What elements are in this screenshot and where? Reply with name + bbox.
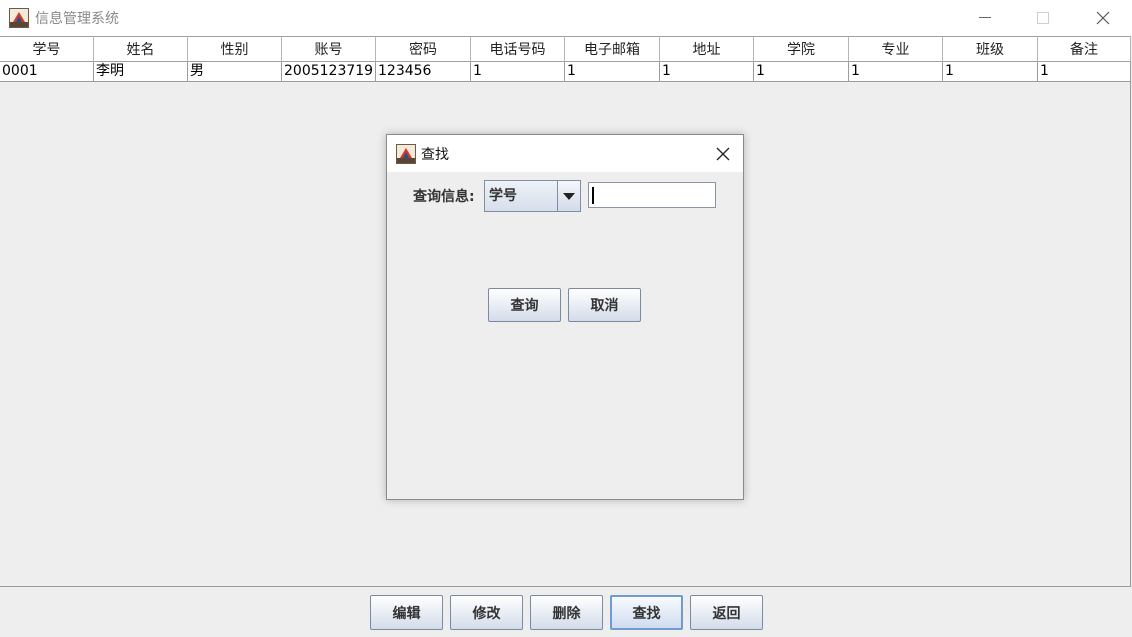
column-header-password[interactable]: 密码 (376, 36, 471, 62)
table-cell[interactable]: 1 (943, 62, 1038, 82)
table-cell[interactable]: 1 (660, 62, 754, 82)
close-icon (1096, 11, 1110, 25)
column-header-student-id[interactable]: 学号 (0, 36, 94, 62)
back-button[interactable]: 返回 (690, 595, 763, 630)
table-cell[interactable]: 123456 (376, 62, 471, 82)
column-header-major[interactable]: 专业 (849, 36, 943, 62)
table-cell[interactable]: 1 (471, 62, 565, 82)
column-header-phone[interactable]: 电话号码 (471, 36, 565, 62)
column-header-address[interactable]: 地址 (660, 36, 754, 62)
dropdown-button[interactable] (557, 181, 580, 211)
close-icon (716, 147, 730, 160)
table-cell[interactable]: 1 (565, 62, 660, 82)
column-header-class[interactable]: 班级 (943, 36, 1038, 62)
maximize-button (1020, 0, 1066, 36)
column-header-account[interactable]: 账号 (282, 36, 376, 62)
column-header-gender[interactable]: 性别 (188, 36, 282, 62)
dialog-title: 查找 (421, 146, 449, 163)
column-header-remarks[interactable]: 备注 (1038, 36, 1131, 62)
column-header-name[interactable]: 姓名 (94, 36, 188, 62)
table-cell[interactable]: 1 (849, 62, 943, 82)
column-header-email[interactable]: 电子邮箱 (565, 36, 660, 62)
table-cell[interactable]: 2005123719 (282, 62, 376, 82)
action-toolbar: 编辑 修改 删除 查找 返回 (0, 588, 1132, 637)
table-cell[interactable]: 0001 (0, 62, 94, 82)
query-label: 查询信息: (413, 189, 475, 205)
close-button[interactable] (1080, 0, 1126, 36)
query-field-select[interactable]: 学号 (484, 180, 581, 212)
java-app-icon (9, 8, 29, 28)
java-app-icon (396, 143, 416, 164)
delete-button[interactable]: 删除 (530, 595, 603, 630)
table-header: 学号 姓名 性别 账号 密码 电话号码 电子邮箱 地址 学院 专业 班级 备注 (0, 36, 1131, 62)
window-title: 信息管理系统 (35, 11, 119, 27)
search-input[interactable] (588, 182, 716, 208)
column-header-college[interactable]: 学院 (754, 36, 849, 62)
dialog-close-button[interactable] (703, 135, 743, 172)
table-row[interactable]: 0001 李明 男 2005123719 123456 1 1 1 1 1 1 … (0, 62, 1131, 82)
table-cell[interactable]: 男 (188, 62, 282, 82)
table-cell[interactable]: 李明 (94, 62, 188, 82)
query-field-selected: 学号 (489, 188, 517, 204)
minimize-button[interactable] (962, 0, 1008, 36)
cancel-button[interactable]: 取消 (568, 288, 641, 322)
text-cursor (592, 187, 594, 204)
minimize-icon (979, 17, 991, 18)
dialog-titlebar: 查找 (387, 135, 743, 172)
chevron-down-icon (563, 192, 575, 200)
query-button[interactable]: 查询 (488, 288, 561, 322)
modify-button[interactable]: 修改 (450, 595, 523, 630)
table-cell[interactable]: 1 (754, 62, 849, 82)
maximize-icon (1037, 12, 1049, 24)
table-cell[interactable]: 1 (1038, 62, 1131, 82)
find-button[interactable]: 查找 (610, 595, 683, 630)
edit-button[interactable]: 编辑 (370, 595, 443, 630)
find-dialog: 查找 查询信息: 学号 查询 取消 (386, 134, 744, 500)
window-titlebar: 信息管理系统 (0, 0, 1132, 36)
table-body: 0001 李明 男 2005123719 123456 1 1 1 1 1 1 … (0, 62, 1131, 82)
